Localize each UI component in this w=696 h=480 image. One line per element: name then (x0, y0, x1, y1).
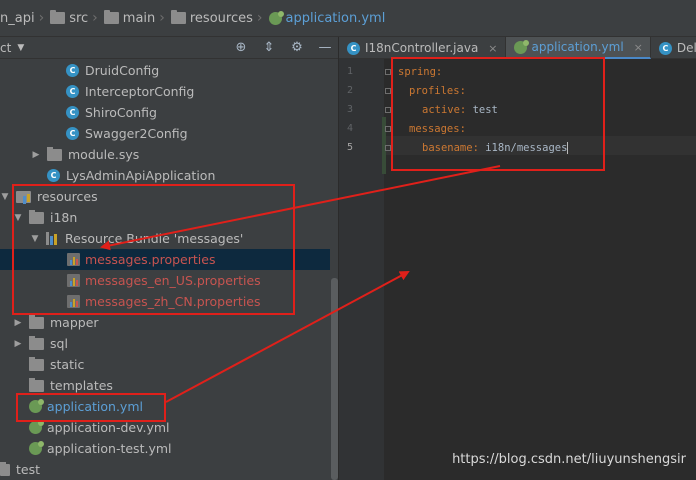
class-icon: C (347, 41, 360, 55)
breadcrumb-item-main[interactable]: main › (103, 0, 171, 36)
tree-item-shiroconfig[interactable]: C ShiroConfig (0, 102, 330, 123)
folder-icon (103, 10, 119, 24)
tree-item-static[interactable]: static (0, 354, 330, 375)
tab-label: Deleg (676, 41, 696, 55)
folder-icon (170, 10, 186, 24)
chevron-right-icon: › (92, 10, 98, 26)
expand-arrow-icon[interactable]: ▶ (13, 318, 23, 328)
yaml-file-icon (268, 10, 284, 25)
line-number: 4 (346, 123, 353, 134)
tree-item-label: DruidConfig (85, 63, 160, 78)
class-icon: C (66, 85, 79, 98)
yaml-file-icon (513, 39, 529, 54)
yaml-file-icon (29, 441, 44, 455)
tree-item-label: application-test.yml (47, 441, 172, 456)
tree-item-label: Swagger2Config (85, 126, 188, 141)
folder-icon (29, 356, 44, 371)
annotation-box-application-yml (16, 393, 166, 422)
watermark-url: https://blog.csdn.net/liuyunshengsir (452, 452, 686, 467)
tree-item-label: sql (50, 336, 68, 351)
minimize-icon[interactable]: — (318, 41, 332, 55)
expand-arrow-icon[interactable]: ▶ (31, 150, 41, 160)
tree-item-label: static (50, 357, 85, 372)
breadcrumb-item-application-yml[interactable]: application.yml (268, 0, 386, 36)
class-icon: C (66, 106, 79, 119)
line-number: 1 (346, 66, 353, 77)
breadcrumb-label: n_api (0, 10, 35, 26)
navigation-breadcrumb: n_api › src › main › resources › application… (0, 0, 696, 37)
collapse-arrow-icon[interactable]: ▼ (0, 192, 10, 202)
line-number: 3 (346, 104, 353, 115)
tree-item-label: templates (50, 378, 113, 393)
collapse-icon[interactable]: ⇕ (262, 41, 276, 55)
tree-scrollbar-thumb[interactable] (331, 278, 338, 480)
close-icon[interactable]: × (634, 41, 643, 54)
tree-item-application-test-yml[interactable]: application-test.yml (0, 438, 330, 459)
tab-i18ncontroller[interactable]: C I18nController.java × (339, 37, 506, 59)
line-number: 5 (346, 142, 353, 153)
tree-item-module-sys[interactable]: ▶ module.sys (0, 144, 330, 165)
tab-label: application.yml (531, 40, 624, 54)
caret-down-icon[interactable]: ▼ (17, 43, 24, 53)
tree-item-interceptorconfig[interactable]: C InterceptorConfig (0, 81, 330, 102)
tab-label: I18nController.java (365, 41, 479, 55)
class-icon: C (66, 127, 79, 140)
crosshair-icon[interactable]: ⊕ (234, 41, 248, 55)
tree-item-lysadminapiapplication[interactable]: C LysAdminApiApplication (0, 165, 330, 186)
package-icon (47, 146, 62, 161)
folder-icon (29, 377, 44, 392)
folder-icon (0, 461, 10, 476)
tab-application-yml[interactable]: application.yml × (505, 37, 651, 59)
breadcrumb-item-src[interactable]: src › (50, 0, 104, 36)
yaml-file-icon (29, 420, 44, 434)
breadcrumb-label: main (122, 10, 156, 26)
breadcrumb-item-project[interactable]: n_api › (0, 0, 50, 36)
tree-item-label: ShiroConfig (85, 105, 157, 120)
project-panel-header: ct ▼ ⊕ ⇕ ⚙ — (0, 37, 338, 59)
annotation-box-yaml-config (391, 57, 605, 171)
tree-item-label: LysAdminApiApplication (66, 168, 216, 183)
tree-item-label: mapper (50, 315, 99, 330)
breadcrumb-label: src (69, 10, 89, 26)
folder-icon (29, 314, 44, 329)
tree-item-swagger2config[interactable]: C Swagger2Config (0, 123, 330, 144)
chevron-right-icon: › (38, 10, 45, 26)
expand-arrow-icon[interactable]: ▶ (13, 339, 23, 349)
tree-item-label: module.sys (68, 147, 140, 162)
chevron-right-icon: › (256, 10, 263, 26)
chevron-right-icon: › (159, 10, 165, 26)
breadcrumb-label: resources (189, 10, 253, 26)
editor-tab-bar: C I18nController.java × application.yml … (339, 37, 696, 59)
project-toolbar: ⊕ ⇕ ⚙ — (234, 39, 332, 57)
tree-item-test[interactable]: test (0, 459, 330, 480)
project-panel-title[interactable]: ct (0, 41, 11, 55)
class-icon: C (47, 169, 60, 182)
annotation-box-resources (12, 184, 295, 315)
line-number: 2 (346, 85, 353, 96)
class-icon: C (658, 41, 672, 55)
tree-item-mapper[interactable]: ▶ mapper (0, 312, 330, 333)
breadcrumb-label: application.yml (285, 10, 386, 26)
tree-item-sql[interactable]: ▶ sql (0, 333, 330, 354)
gear-icon[interactable]: ⚙ (290, 41, 304, 55)
folder-icon (50, 10, 66, 24)
tree-item-label: test (16, 462, 41, 477)
folder-icon (29, 335, 44, 350)
class-icon: C (66, 64, 79, 77)
tree-item-label: application-dev.yml (47, 420, 170, 435)
tab-delegate[interactable]: C Deleg (651, 37, 696, 59)
tree-item-druidconfig[interactable]: C DruidConfig (0, 60, 330, 81)
close-icon[interactable]: × (488, 42, 497, 55)
tree-item-label: InterceptorConfig (85, 84, 195, 99)
breadcrumb-item-resources[interactable]: resources › (170, 0, 269, 36)
